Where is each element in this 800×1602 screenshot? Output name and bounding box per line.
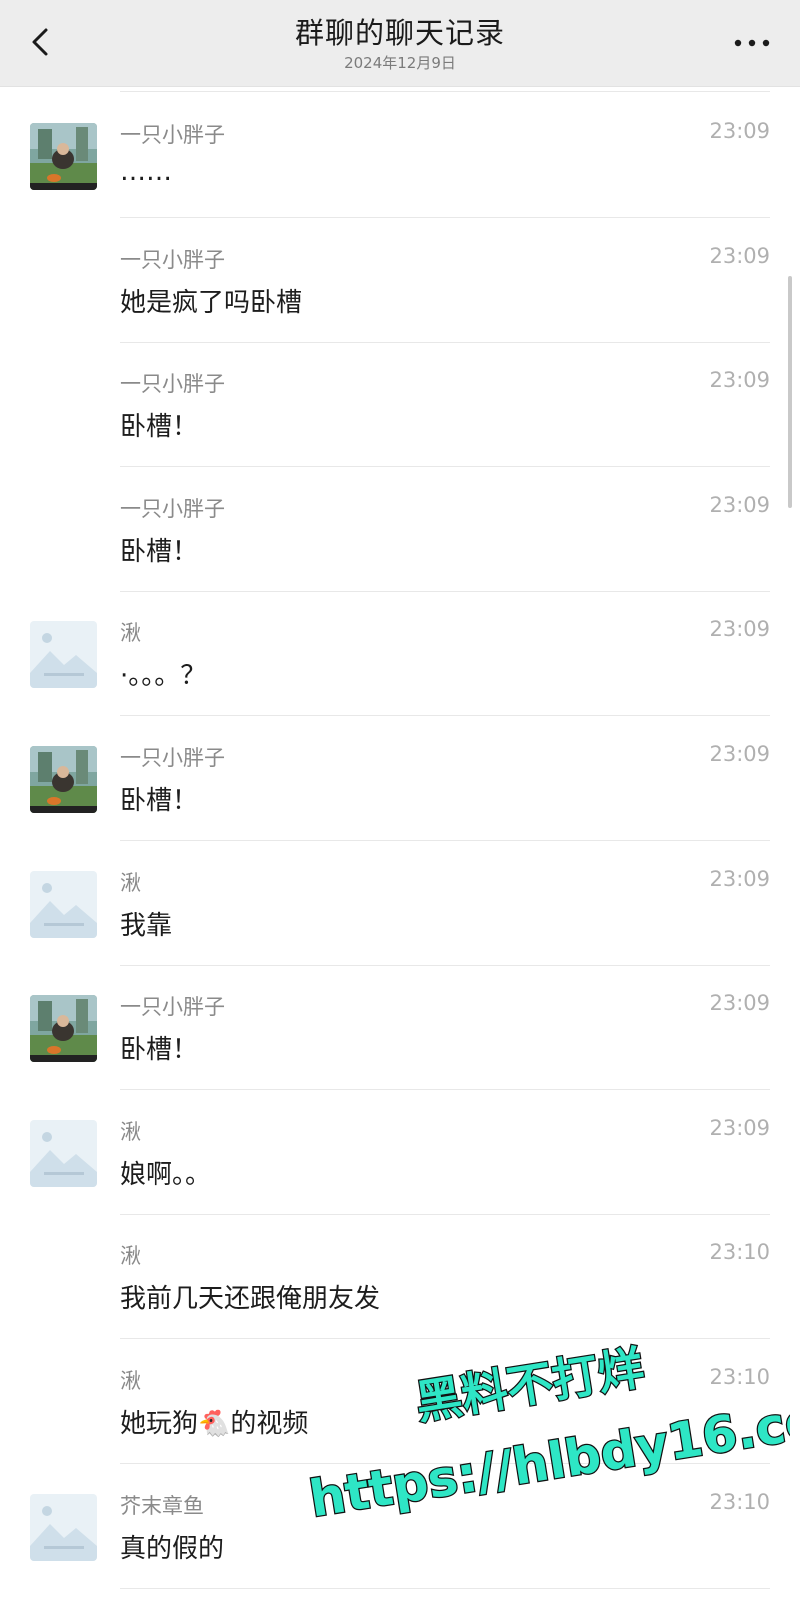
message-time: 23:10 [709, 1489, 770, 1514]
message-text: 卧槽！ [120, 536, 199, 567]
message-time: 23:09 [709, 243, 770, 268]
message-text: 卧槽！ [120, 412, 199, 443]
message-time: 23:09 [709, 742, 770, 766]
page-title: 群聊的聊天记录 [294, 16, 505, 50]
message-item[interactable]: 湫 23:09 我靠 [0, 839, 800, 966]
sender-name: 一只小胖子 [120, 123, 225, 147]
sender-name: 一只小胖子 [120, 372, 225, 397]
message-item[interactable]: 芥末章鱼 23:10 真的假的 [0, 1462, 800, 1589]
message-time: 23:09 [709, 492, 770, 517]
message-item[interactable]: 一只小胖子 23:09 卧槽！ [0, 963, 800, 1091]
message-text: …… [120, 157, 172, 187]
sender-name: 湫 [120, 1369, 141, 1393]
message-time: 23:10 [709, 1240, 770, 1265]
more-dots-icon[interactable] [730, 32, 774, 54]
avatar[interactable] [30, 746, 97, 813]
message-time: 23:09 [709, 368, 770, 393]
message-time: 23:09 [709, 617, 770, 642]
scrollbar[interactable] [788, 276, 792, 508]
message-text: 我前几天还跟俺朋友发 [120, 1284, 381, 1315]
message-text: 她玩狗🐔的视频 [120, 1409, 309, 1439]
message-text: 卧槽！ [120, 786, 199, 816]
message-item[interactable]: 一只小胖子 23:09 她是疯了吗卧槽 [0, 216, 800, 343]
message-time: 23:09 [709, 1115, 770, 1140]
message-time: 23:09 [709, 119, 770, 143]
sender-name: 湫 [120, 1244, 141, 1269]
message-text: 娘啊。。 [120, 1159, 212, 1190]
message-text: 真的假的 [120, 1533, 225, 1564]
title-box: 群聊的聊天记录 2024年12月9日 [0, 14, 800, 73]
message-item[interactable]: 湫 23:10 我前几天还跟俺朋友发 [0, 1212, 800, 1340]
message-time: 23:10 [709, 1365, 770, 1389]
message-time: 23:09 [709, 866, 770, 891]
divider [120, 1587, 770, 1589]
sender-name: 一只小胖子 [120, 746, 225, 770]
avatar[interactable] [30, 621, 97, 689]
message-item[interactable]: 一只小胖子 23:09 卧槽！ [0, 714, 800, 841]
message-text: 我靠 [120, 910, 173, 941]
sender-name: 湫 [120, 1119, 141, 1144]
sender-name: 芥末章鱼 [120, 1493, 204, 1518]
avatar[interactable] [30, 870, 97, 938]
message-text: ·。。。？ [120, 661, 207, 692]
header-bar: 群聊的聊天记录 2024年12月9日 [0, 0, 800, 87]
avatar[interactable] [30, 995, 97, 1063]
page-date: 2024年12月9日 [344, 54, 456, 72]
message-item[interactable]: 湫 23:09 娘啊。。 [0, 1088, 800, 1215]
sender-name: 一只小胖子 [120, 496, 225, 521]
message-text: 卧槽！ [120, 1035, 199, 1066]
sender-name: 湫 [120, 870, 141, 895]
message-text: 她是疯了吗卧槽 [120, 287, 303, 318]
sender-name: 一只小胖子 [120, 995, 225, 1020]
message-time: 23:09 [709, 991, 770, 1016]
message-item[interactable]: 一只小胖子 23:09 卧槽！ [0, 465, 800, 592]
message-item[interactable]: 一只小胖子 23:09 …… [0, 91, 800, 218]
sender-name: 一只小胖子 [120, 247, 225, 272]
avatar[interactable] [30, 123, 97, 190]
message-item[interactable]: 一只小胖子 23:09 卧槽！ [0, 340, 800, 468]
message-item[interactable]: 湫 23:10 她玩狗🐔的视频 [0, 1337, 800, 1464]
avatar[interactable] [30, 1119, 97, 1187]
message-item[interactable]: 湫 23:09 ·。。。？ [0, 589, 800, 717]
sender-name: 湫 [120, 621, 141, 646]
avatar[interactable] [30, 1493, 97, 1561]
